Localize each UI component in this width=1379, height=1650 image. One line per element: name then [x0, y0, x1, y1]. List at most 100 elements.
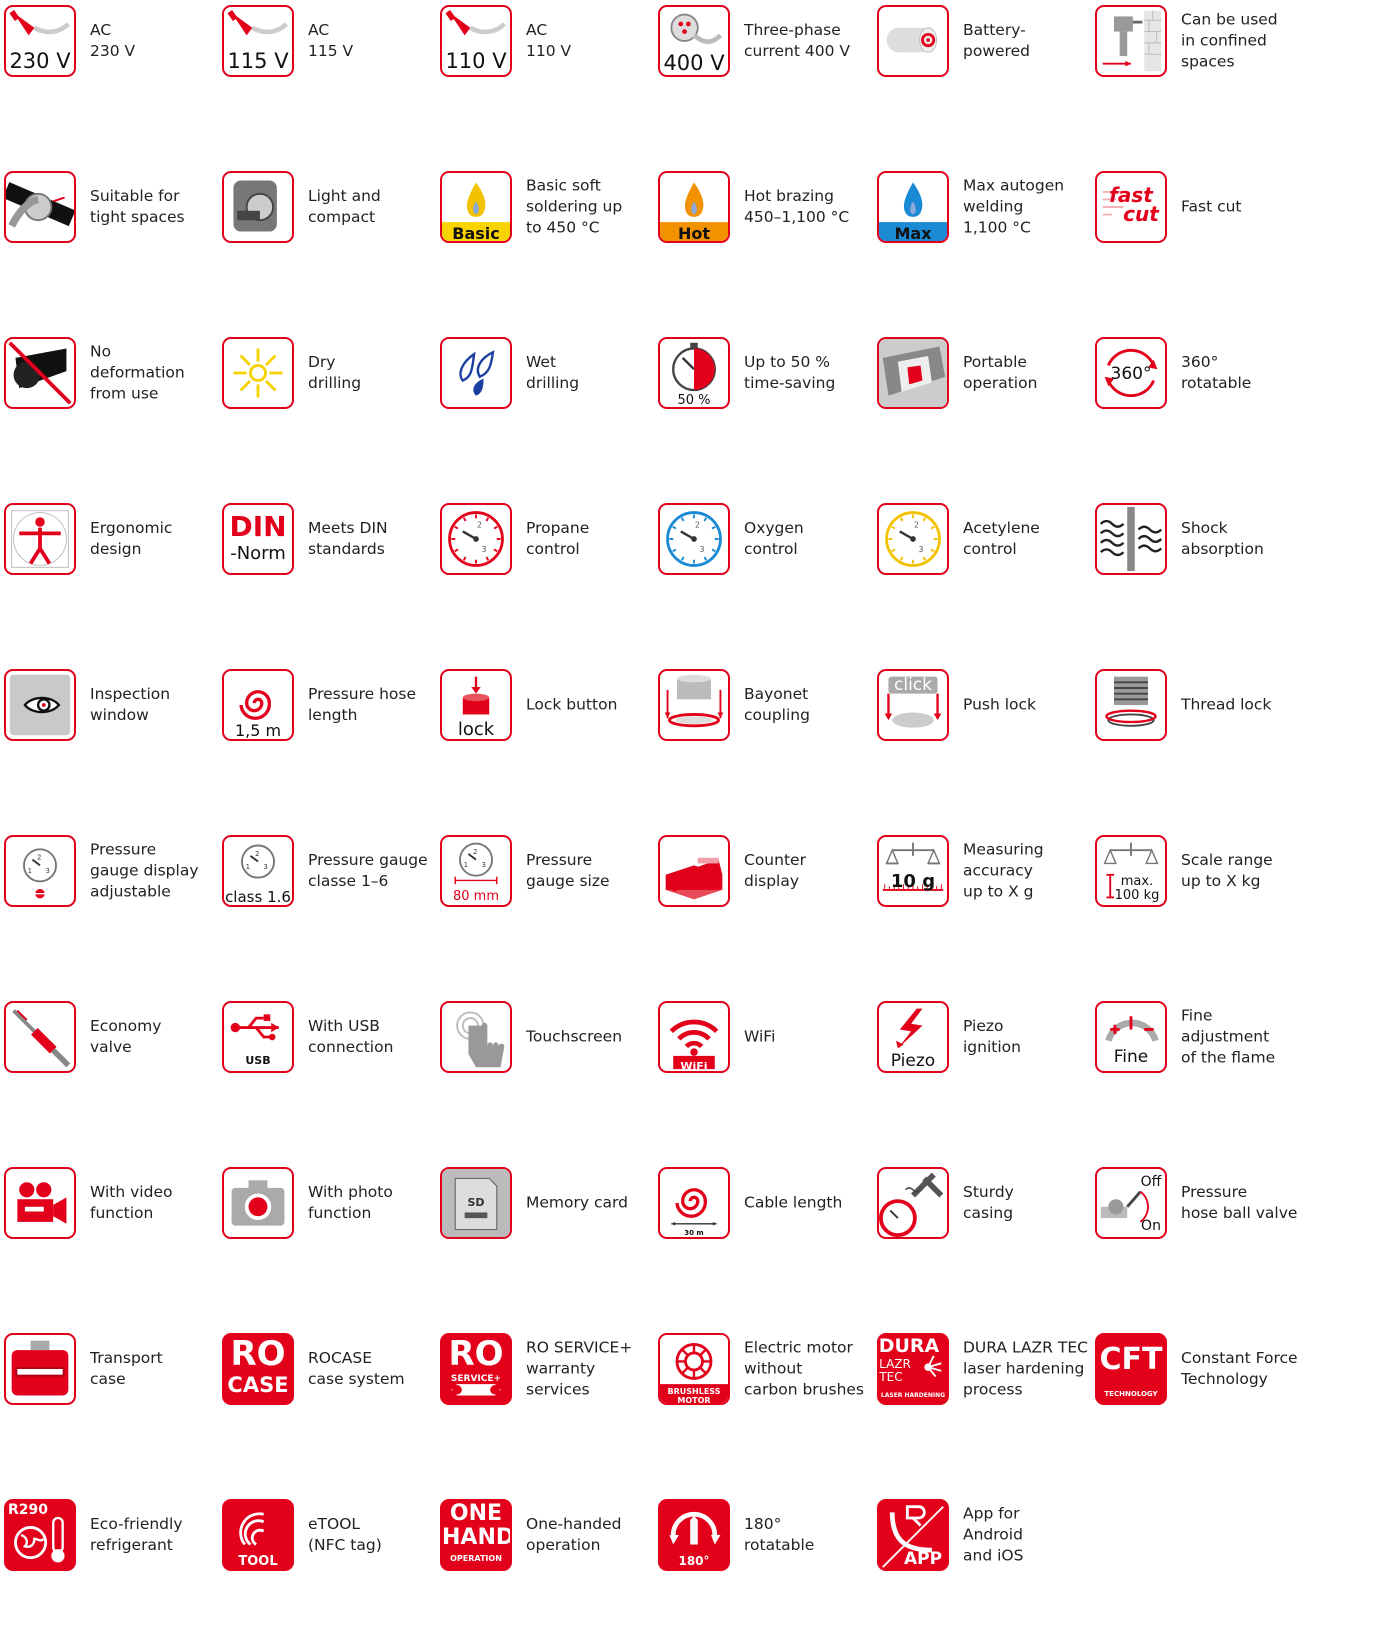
feature-item: click Push lock — [873, 669, 1103, 745]
icon-badge-text: 1,5 m — [234, 721, 282, 740]
lock-button-icon: lock — [440, 669, 512, 741]
svg-text:2: 2 — [473, 848, 477, 856]
icon-badge-text: class 1.6 — [225, 888, 291, 906]
video-camera-icon — [4, 1167, 76, 1239]
feature-label: One-handed operation — [526, 1515, 622, 1554]
icon-badge-text: click — [894, 675, 932, 695]
feature-item: TOOL eTOOL (NFC tag) — [218, 1499, 448, 1575]
feature-label: Basic soft soldering up to 450 °C — [526, 176, 623, 237]
feature-item: Portable operation — [873, 337, 1103, 413]
icon-badge-text: 100 kg — [1114, 888, 1160, 903]
icon-badge-text: TECHNOLOGY — [1104, 1390, 1158, 1398]
icon-badge-text: Max — [894, 224, 932, 243]
icon-badge-text: -Norm — [230, 543, 286, 564]
svg-text:3: 3 — [46, 867, 50, 875]
portable-icon — [877, 337, 949, 409]
svg-text:3: 3 — [482, 861, 486, 869]
feature-label: Propane control — [526, 519, 590, 558]
feature-item: 2 1 3 class 1.6 Pressure gauge classe 1–6 — [218, 835, 448, 911]
feature-item: Off On Pressure hose ball valve — [1091, 1167, 1321, 1243]
usb-icon: USB — [222, 1001, 294, 1073]
touch-icon — [440, 1001, 512, 1073]
feature-item: Light and compact — [218, 171, 448, 247]
flame-max-icon: Max — [877, 171, 949, 243]
plug-icon: 115 V — [222, 5, 294, 77]
battery-icon — [877, 5, 949, 77]
feature-item: WiFi WiFi — [654, 1001, 884, 1077]
icon-badge-text: TEC — [879, 1370, 903, 1384]
no-deformation-icon — [4, 337, 76, 409]
feature-item: Can be used in confined spaces — [1091, 5, 1321, 81]
icon-badge-text: TOOL — [238, 1554, 278, 1569]
icon-badge-text: RO — [448, 1334, 504, 1374]
feature-label: Hot brazing 450–1,100 °C — [744, 187, 850, 226]
feature-item: Suitable for tight spaces — [0, 171, 230, 247]
feature-item: Sturdy casing — [873, 1167, 1103, 1243]
bayonet-icon — [658, 669, 730, 741]
icon-badge-text: 230 V — [9, 49, 71, 73]
feature-item: RO SERVICE+ RO SERVICE+ warranty services — [436, 1333, 666, 1409]
eye-icon — [4, 669, 76, 741]
svg-text:3: 3 — [264, 863, 268, 871]
feature-item: 2 1 3 Pressure gauge display adjustable — [0, 835, 230, 911]
feature-item: Wet drilling — [436, 337, 666, 413]
feature-label: AC 230 V — [90, 21, 136, 60]
icon-badge-text: 50 % — [677, 393, 711, 408]
feature-label: Push lock — [963, 695, 1037, 714]
feature-label: RO SERVICE+ warranty services — [526, 1338, 633, 1399]
wifi-icon: WiFi — [658, 1001, 730, 1073]
icon-badge-text: LAZR — [879, 1357, 911, 1371]
feature-item: ONE HAND OPERATION One-handed operation — [436, 1499, 666, 1575]
feature-label: Portable operation — [963, 353, 1038, 392]
feature-label: Max autogen welding 1,100 °C — [963, 176, 1065, 237]
push-lock-icon: click — [877, 669, 949, 741]
feature-label: DURA LAZR TEC laser hardening process — [963, 1338, 1088, 1399]
feature-item: DURA LAZR TEC LASER HARDENING DURA LAZR TEC … — [873, 1333, 1103, 1409]
icon-badge-text: 115 V — [227, 49, 289, 73]
feature-icon-grid: 230 V AC 230 V 115 V AC 115 V 110 V AC 110 V 4… — [0, 0, 1379, 1650]
ball-valve-icon: Off On — [1095, 1167, 1167, 1239]
etool-icon: TOOL — [222, 1499, 294, 1571]
icon-badge-text: RO — [230, 1334, 286, 1374]
feature-label: Piezo ignition — [963, 1017, 1021, 1056]
feature-item: DIN -Norm Meets DIN standards — [218, 503, 448, 579]
plug-icon: 110 V — [440, 5, 512, 77]
economy-valve-icon — [4, 1001, 76, 1073]
feature-item: fast cut Fast cut — [1091, 171, 1321, 247]
hose-spiral-icon: 1,5 m — [222, 669, 294, 741]
gauge-red-icon: 2 3 — [440, 503, 512, 575]
feature-label: Ergonomic design — [90, 519, 173, 558]
icon-badge-text: Fine — [1113, 1047, 1149, 1067]
feature-item: With photo function — [218, 1167, 448, 1243]
svg-text:1: 1 — [246, 863, 250, 871]
icon-badge-text: Basic — [452, 224, 500, 243]
feature-label: 180° rotatable — [744, 1515, 815, 1554]
ergonomic-icon — [4, 503, 76, 575]
feature-label: Meets DIN standards — [308, 519, 388, 558]
feature-item: 360° 360° rotatable — [1091, 337, 1321, 413]
icon-badge-text: 80 mm — [452, 889, 499, 904]
gauge-size-icon: 2 1 3 80 mm — [440, 835, 512, 907]
feature-label: With photo function — [308, 1183, 393, 1222]
feature-label: Suitable for tight spaces — [90, 187, 185, 226]
feature-item: 2 3 Acetylene control — [873, 503, 1103, 579]
feature-label: Up to 50 % time-saving — [744, 353, 836, 392]
feature-item: lock Lock button — [436, 669, 666, 745]
icon-badge-text: DURA — [878, 1335, 940, 1357]
feature-label: Bayonet coupling — [744, 685, 810, 724]
feature-item: RO CASE ROCASE case system — [218, 1333, 448, 1409]
feature-item: Basic Basic soft soldering up to 450 °C — [436, 171, 666, 247]
feature-item: 115 V AC 115 V — [218, 5, 448, 81]
feature-label: Can be used in confined spaces — [1181, 10, 1278, 71]
feature-item: 180° 180° rotatable — [654, 1499, 884, 1575]
svg-text:2: 2 — [477, 521, 482, 530]
three-phase-plug-icon: 400 V — [658, 5, 730, 77]
feature-label: App for Android and iOS — [963, 1504, 1024, 1565]
feature-label: Touchscreen — [526, 1027, 623, 1046]
stopwatch-icon: 50 % — [658, 337, 730, 409]
feature-item: 1,5 m Pressure hose length — [218, 669, 448, 745]
water-drops-icon — [440, 337, 512, 409]
feature-label: Memory card — [526, 1193, 628, 1212]
gauge-class-icon: 2 1 3 class 1.6 — [222, 835, 294, 907]
feature-item: Piezo Piezo ignition — [873, 1001, 1103, 1077]
